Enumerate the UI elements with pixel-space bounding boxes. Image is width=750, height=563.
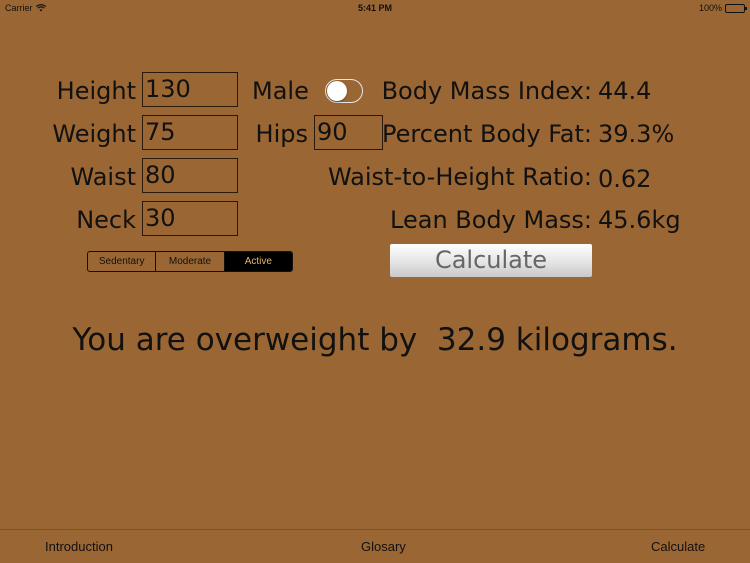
- calculate-button[interactable]: Calculate: [390, 244, 592, 277]
- height-label: Height: [56, 77, 136, 105]
- segment-sedentary[interactable]: Sedentary: [88, 252, 157, 271]
- tab-glosary[interactable]: Glosary: [361, 539, 406, 554]
- waist-label: Waist: [70, 163, 136, 191]
- tab-bar: Introduction Glosary Calculate: [0, 529, 750, 563]
- waist-field[interactable]: 80: [142, 158, 238, 193]
- height-field[interactable]: 130: [142, 72, 238, 107]
- status-right: 100%: [698, 3, 747, 13]
- segment-moderate[interactable]: Moderate: [156, 252, 225, 271]
- gender-label: Male: [252, 77, 309, 105]
- lbm-value: 45.6kg: [598, 206, 681, 234]
- neck-field[interactable]: 30: [142, 201, 238, 236]
- weight-field[interactable]: 75: [142, 115, 238, 150]
- whr-value: 0.62: [598, 165, 652, 193]
- lbm-label: Lean Body Mass:: [390, 206, 592, 234]
- tab-calculate[interactable]: Calculate: [651, 539, 705, 554]
- bodyfat-value: 39.3%: [598, 120, 675, 148]
- battery-icon: [725, 3, 747, 13]
- activity-segmented-control: Sedentary Moderate Active: [87, 251, 293, 272]
- bmi-label: Body Mass Index:: [381, 77, 592, 105]
- segment-active[interactable]: Active: [224, 252, 292, 271]
- result-message: You are overweight by 32.9 kilograms.: [72, 322, 678, 358]
- tab-introduction[interactable]: Introduction: [45, 539, 113, 554]
- neck-label: Neck: [76, 206, 136, 234]
- bmi-value: 44.4: [598, 77, 652, 105]
- status-time: 5:41 PM: [357, 3, 392, 13]
- whr-label: Waist-to-Height Ratio:: [327, 163, 592, 191]
- battery-percent: 100%: [698, 3, 722, 13]
- hips-label: Hips: [255, 120, 308, 148]
- bodyfat-label: Percent Body Fat:: [382, 120, 592, 148]
- status-bar: Carrier 5:41 PM 100%: [0, 0, 750, 16]
- weight-label: Weight: [52, 120, 136, 148]
